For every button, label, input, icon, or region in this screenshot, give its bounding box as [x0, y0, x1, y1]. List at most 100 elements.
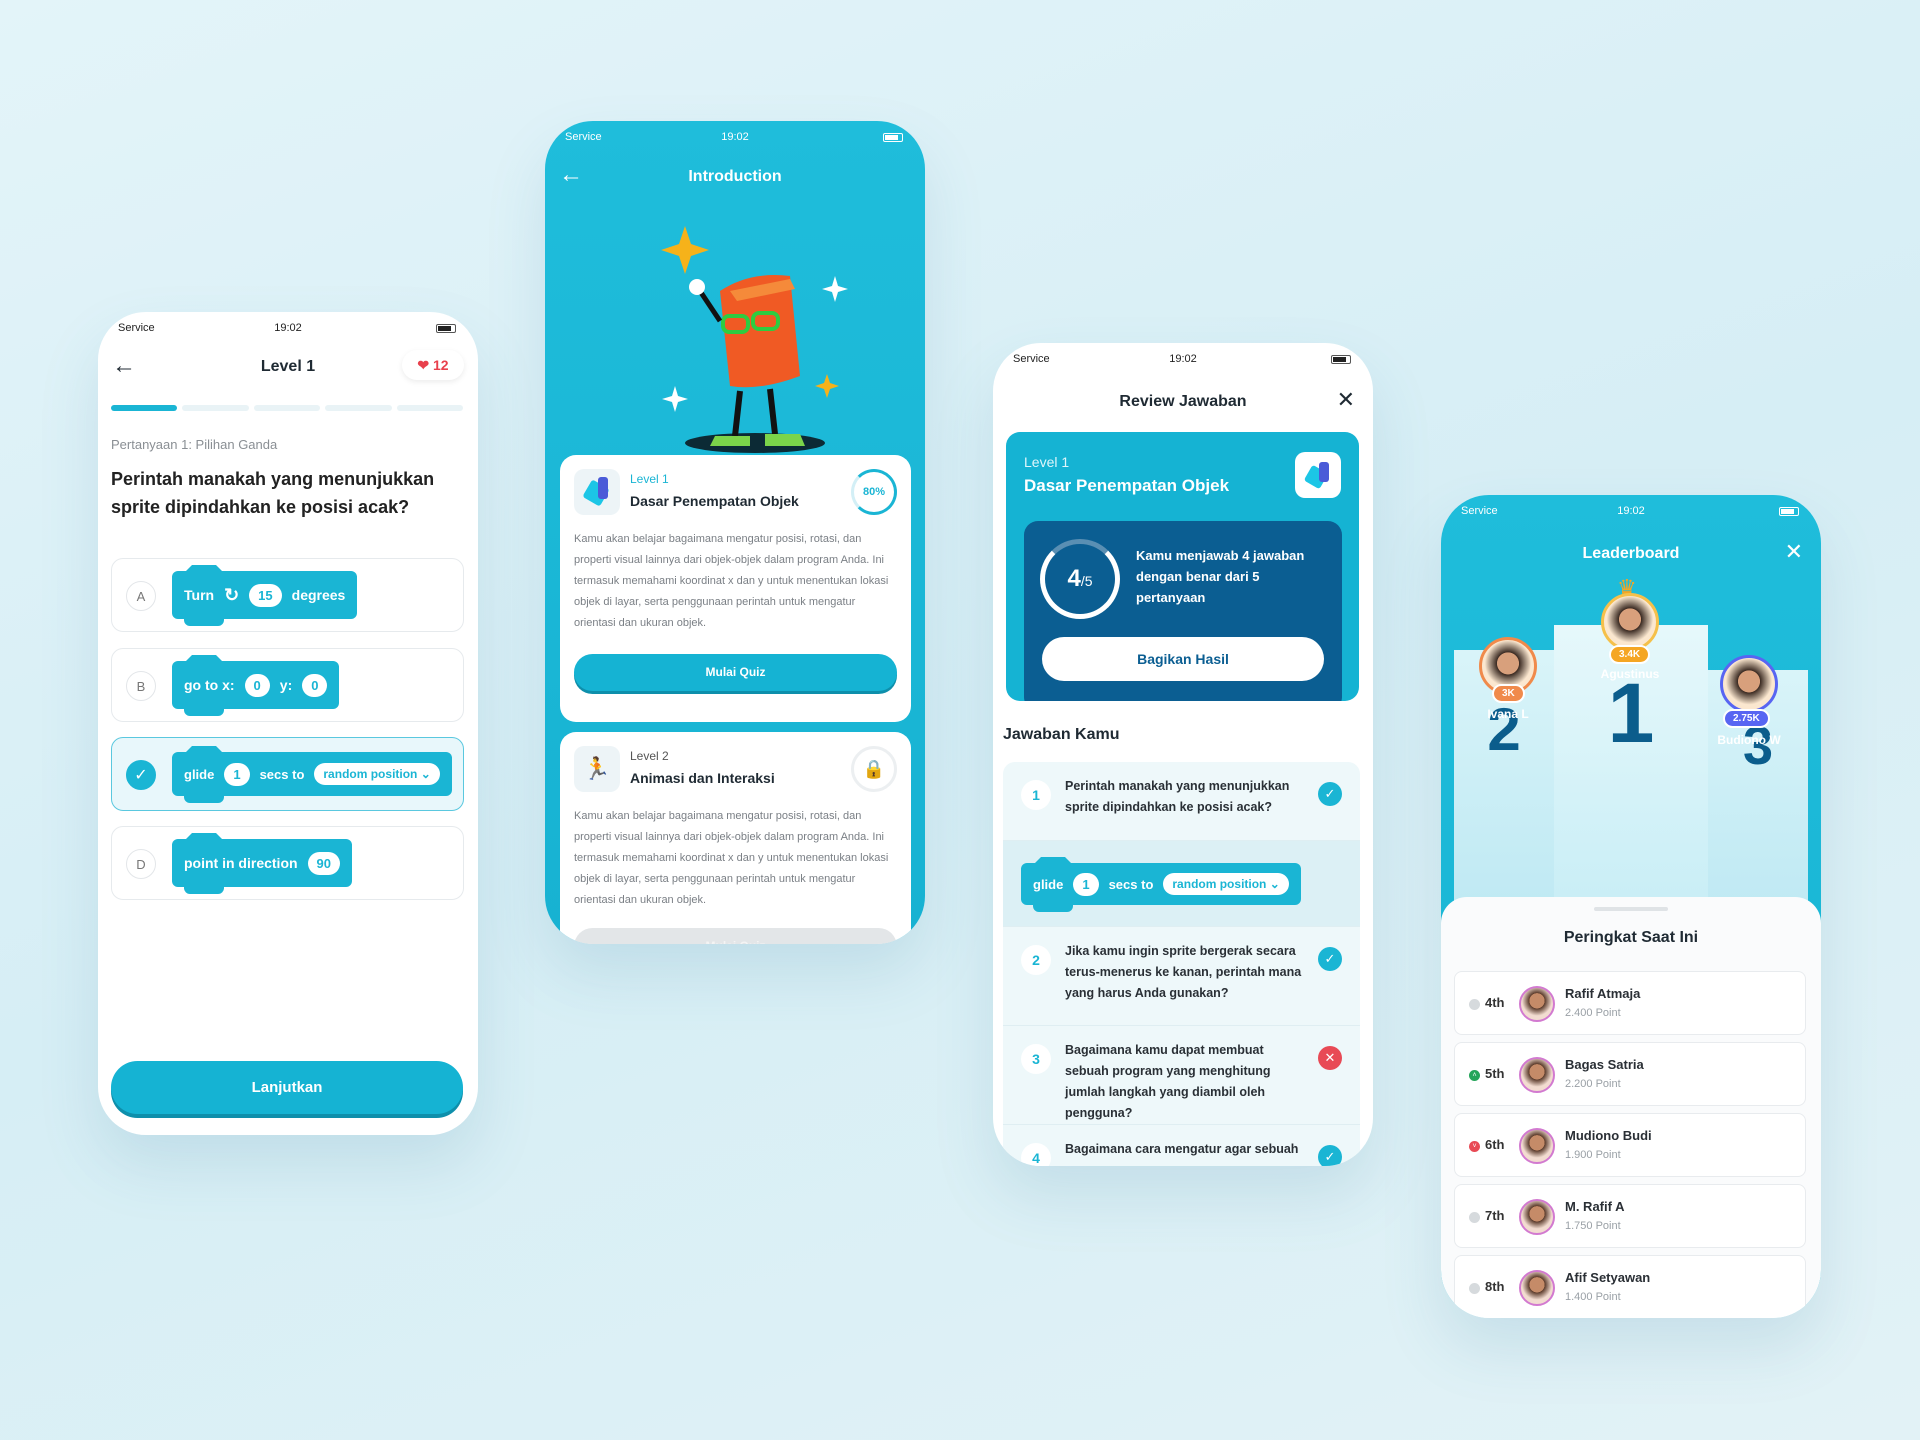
- quiz-screen: Service 19:02 ← Level 1 ❤ 12 Pertanyaan 1…: [98, 312, 478, 1135]
- page-title: Leaderboard: [1582, 545, 1680, 562]
- page-title: Review Jawaban: [1119, 393, 1247, 410]
- answer-item-3[interactable]: 3 Bagaimana kamu dapat membuat sebuah pr…: [1003, 1026, 1360, 1125]
- block-text: secs to: [259, 766, 305, 782]
- rank: 8th: [1485, 1279, 1505, 1294]
- score-value: 4: [1067, 565, 1081, 592]
- code-block-glide: glide 1 secs to random position ⌄: [1021, 863, 1301, 912]
- answer-item-4[interactable]: 4 Bagaimana cara mengatur agar sebuah ✓: [1003, 1125, 1360, 1166]
- player-name: Afif Setyawan: [1565, 1270, 1651, 1285]
- answer-number: 2: [1021, 945, 1051, 975]
- block-value: 1: [224, 762, 250, 786]
- clock: 19:02: [721, 131, 749, 143]
- level-description: Kamu akan belajar bagaimana mengatur pos…: [574, 533, 889, 629]
- ranking-row[interactable]: ˄ 5th Bagas Satria 2.200 Point: [1454, 1042, 1806, 1106]
- page-title: Introduction: [688, 168, 782, 185]
- book-mascot-illustration: [661, 226, 848, 453]
- score-summary: Kamu menjawab 4 jawaban dengan benar dar…: [1136, 548, 1305, 605]
- avatar: [1519, 986, 1555, 1022]
- close-icon[interactable]: ✕: [1337, 387, 1355, 413]
- start-quiz-button[interactable]: Mulai Quiz: [574, 654, 897, 691]
- answer-item-2[interactable]: 2 Jika kamu ingin sprite bergerak secara…: [1003, 927, 1360, 1026]
- battery-icon: [1779, 507, 1799, 516]
- player-name: Rafif Atmaja: [1565, 986, 1641, 1001]
- code-block-glide: glide 1 secs to random position ⌄: [172, 752, 452, 803]
- ranking-row[interactable]: 4th Rafif Atmaja 2.400 Point: [1454, 971, 1806, 1035]
- block-dropdown: random position ⌄: [1163, 873, 1289, 895]
- answer-item-1[interactable]: 1 Perintah manakah yang menunjukkan spri…: [1003, 762, 1360, 841]
- level-name: Dasar Penempatan Objek: [630, 493, 799, 509]
- option-letter: D: [126, 849, 156, 879]
- block-text: degrees: [291, 587, 346, 603]
- answer-number: 1: [1021, 780, 1051, 810]
- answer-question: Bagaimana kamu dapat membuat sebuah prog…: [1065, 1043, 1271, 1120]
- progress-percent: 80%: [862, 486, 886, 498]
- block-text: y:: [279, 677, 293, 693]
- share-results-button[interactable]: Bagikan Hasil: [1042, 637, 1324, 681]
- avatar: [1519, 1057, 1555, 1093]
- option-c[interactable]: ✓ glide 1 secs to random position ⌄: [111, 737, 464, 811]
- code-block-goto: go to x: 0 y: 0: [172, 661, 340, 716]
- status-bar: Service 19:02: [1441, 505, 1821, 521]
- player-points: 1.750 Point: [1565, 1220, 1621, 1232]
- result-card: Level 1 Dasar Penempatan Objek 4/5 Kamu …: [1006, 432, 1359, 701]
- question-text: Perintah manakah yang menunjukkan sprite…: [111, 469, 435, 517]
- score-ring: 4/5: [1040, 539, 1120, 619]
- ranking-row[interactable]: ˅ 6th Mudiono Budi 1.900 Point: [1454, 1113, 1806, 1177]
- block-text: secs to: [1108, 876, 1154, 892]
- score-badge-first: 3.4K: [1609, 645, 1651, 664]
- ranking-heading: Peringkat Saat Ini: [1563, 929, 1699, 946]
- avatar: [1519, 1128, 1555, 1164]
- block-text: glide: [1033, 876, 1064, 892]
- option-a[interactable]: A Turn ↻ 15 degrees: [111, 558, 464, 632]
- block-value: 0: [302, 673, 328, 697]
- block-text: glide: [184, 766, 215, 782]
- block-text: go to x:: [184, 677, 235, 693]
- score-total: /5: [1080, 573, 1093, 589]
- progress-bar: [111, 405, 464, 411]
- block-value: 90: [307, 851, 341, 875]
- answer-number: 4: [1021, 1143, 1051, 1166]
- status-bar: Service 19:02: [545, 131, 925, 147]
- level-label: Level 1: [1024, 454, 1070, 470]
- review-screen: Service 19:02 Review Jawaban ✕ Level 1 Da…: [993, 343, 1373, 1166]
- player-name: Bagas Satria: [1565, 1057, 1644, 1072]
- check-icon: ✓: [1318, 782, 1342, 806]
- block-text: point in direction: [184, 855, 298, 871]
- answers-heading: Jawaban Kamu: [1003, 726, 1120, 743]
- score-panel: 4/5 Kamu menjawab 4 jawaban dengan benar…: [1024, 521, 1342, 701]
- answer-question: Perintah manakah yang menunjukkan sprite…: [1065, 779, 1290, 814]
- level-label: Level 2: [630, 749, 669, 763]
- trend-same-icon: [1469, 1212, 1480, 1223]
- code-block-direction: point in direction 90: [172, 839, 353, 894]
- answer-number: 3: [1021, 1044, 1051, 1074]
- option-d[interactable]: D point in direction 90: [111, 826, 464, 900]
- cube-icon: [1295, 452, 1341, 498]
- level-card-1: Level 1 Dasar Penempatan Objek 80% Kamu …: [560, 455, 911, 722]
- running-figure-icon: 🏃: [574, 746, 620, 792]
- battery-icon: [436, 324, 456, 333]
- option-b[interactable]: B go to x: 0 y: 0: [111, 648, 464, 722]
- player-points: 2.400 Point: [1565, 1007, 1621, 1019]
- cross-icon: ✕: [1318, 1046, 1342, 1070]
- ranking-row[interactable]: 8th Afif Setyawan 1.400 Point: [1454, 1255, 1806, 1318]
- lives-badge: ❤ 12: [402, 350, 464, 380]
- drag-handle[interactable]: [1594, 907, 1668, 911]
- continue-button[interactable]: Lanjutkan: [111, 1061, 463, 1114]
- name-second: Ivana L: [1487, 707, 1529, 721]
- option-letter: B: [126, 671, 156, 701]
- avatar: [1519, 1199, 1555, 1235]
- close-icon[interactable]: ✕: [1785, 539, 1803, 565]
- trend-up-icon: ˄: [1469, 1070, 1480, 1081]
- player-name: Mudiono Budi: [1565, 1128, 1652, 1143]
- answer-block-row: glide 1 secs to random position ⌄: [1003, 841, 1360, 927]
- heart-icon: ❤: [417, 357, 430, 373]
- progress-ring: 80%: [851, 469, 897, 515]
- cube-icon: [574, 469, 620, 515]
- trend-down-icon: ˅: [1469, 1141, 1480, 1152]
- introduction-screen: Service 19:02 ← Introduction Level 1 Dasa…: [545, 121, 925, 944]
- ranking-row[interactable]: 7th M. Rafif A 1.750 Point: [1454, 1184, 1806, 1248]
- level-card-2: 🏃 Level 2 Animasi dan Interaksi 🔒 Kamu a…: [560, 732, 911, 944]
- battery-icon: [1331, 355, 1351, 364]
- score-badge-third: 2.75K: [1723, 709, 1770, 728]
- answer-question: Bagaimana cara mengatur agar sebuah: [1065, 1142, 1299, 1156]
